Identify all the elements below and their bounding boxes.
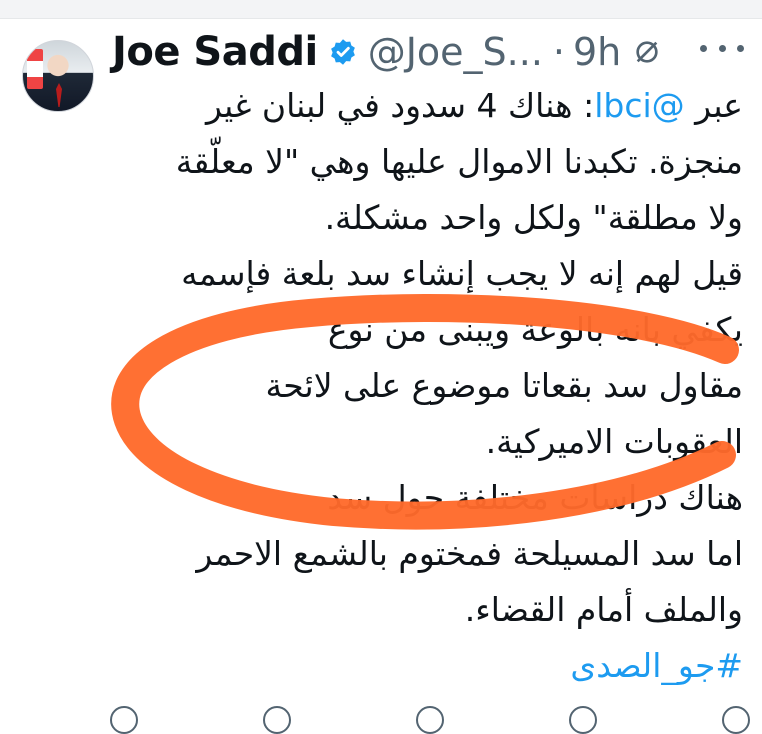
tweet-line-6: مقاول سد بقعاتا موضوع على لائحة <box>265 366 743 405</box>
reply-icon[interactable] <box>110 706 138 734</box>
tweet-header: Joe Saddi @Joe_S... · 9h <box>112 28 663 76</box>
tweet-time[interactable]: 9h <box>573 30 621 74</box>
tweet-actions <box>110 706 750 734</box>
tweet-line-8: هناك دراسات مختلفة حول سد <box>327 478 743 517</box>
share-icon[interactable] <box>722 706 750 734</box>
author-name[interactable]: Joe Saddi <box>112 29 318 75</box>
mention-lbci[interactable]: @lbci <box>594 86 684 125</box>
tweet-line-hashtag: #جو_الصدى <box>105 638 743 694</box>
edited-icon <box>631 36 663 68</box>
retweet-icon[interactable] <box>263 706 291 734</box>
tweet-line-3: ولا مطلقة" ولكل واحد مشكلة. <box>324 198 743 237</box>
tie-icon <box>56 83 62 107</box>
like-icon[interactable] <box>416 706 444 734</box>
author-handle[interactable]: @Joe_S... <box>368 30 543 74</box>
tweet-text: عبر @lbci: هناك 4 سدود في لبنان غير منجز… <box>105 78 743 694</box>
separator-dot: · <box>552 30 565 74</box>
tweet-line-7: العقوبات الاميركية. <box>485 422 743 461</box>
views-icon[interactable] <box>569 706 597 734</box>
tweet-line-1: عبر @lbci: هناك 4 سدود في لبنان غير <box>205 86 743 125</box>
more-icon[interactable] <box>700 36 744 60</box>
flag-icon <box>27 49 43 89</box>
tweet-line-10: والملف أمام القضاء. <box>464 590 743 629</box>
tweet-line-4: قيل لهم إنه لا يجب إنشاء سد بلعة فإسمه <box>181 254 743 293</box>
tweet-line-5: يكفي بانه بالوعة ويبنى من نوع <box>327 310 743 349</box>
tweet-line-9: اما سد المسيلحة فمختوم بالشمع الاحمر <box>196 534 743 573</box>
verified-badge-icon <box>328 37 358 67</box>
tweet-line-2: منجزة. تكبدنا الاموال عليها وهي "لا معلّ… <box>175 142 743 181</box>
hashtag-link[interactable]: #جو_الصدى <box>570 646 743 685</box>
avatar[interactable] <box>22 40 94 112</box>
top-divider <box>0 0 762 19</box>
